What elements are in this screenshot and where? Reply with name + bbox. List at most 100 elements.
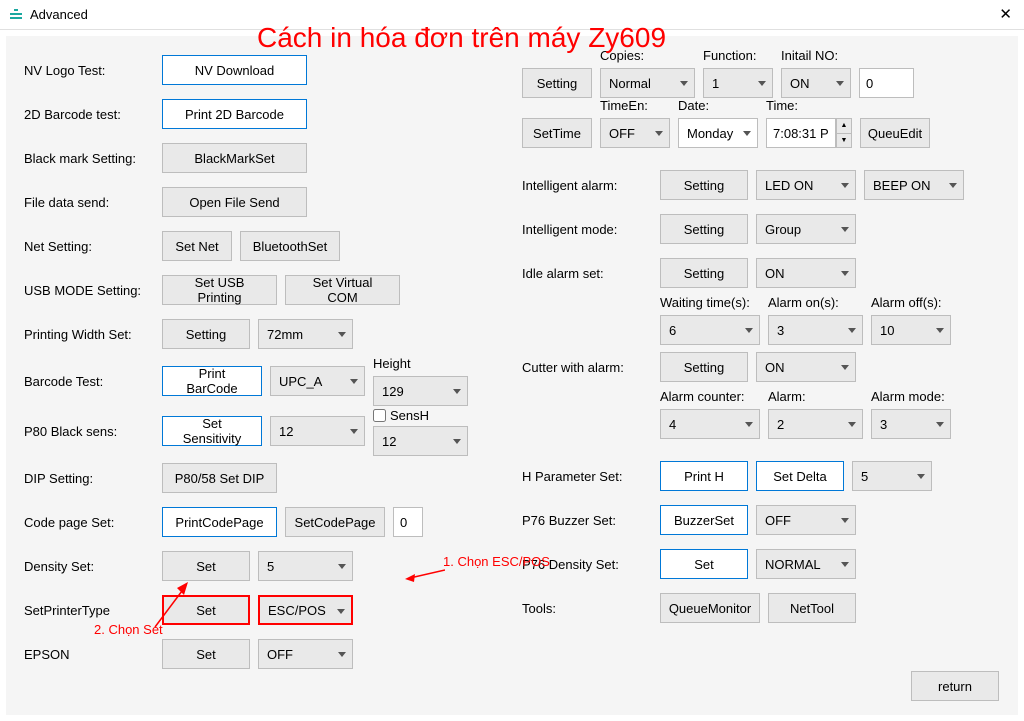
sensh-select[interactable]: 12 (373, 426, 468, 456)
ialarm-beep-select[interactable]: BEEP ON (864, 170, 964, 200)
close-icon[interactable]: ✕ (999, 5, 1012, 23)
function-label: Function: (703, 48, 773, 66)
imode-setting-button[interactable]: Setting (660, 214, 748, 244)
open-file-send-button[interactable]: Open File Send (162, 187, 307, 217)
filedata-label: File data send: (24, 195, 154, 210)
hparam-select[interactable]: 5 (852, 461, 932, 491)
set-net-button[interactable]: Set Net (162, 231, 232, 261)
copies-select[interactable]: Normal (600, 68, 695, 98)
alarm-label: Alarm: (768, 389, 863, 407)
buzzerset-button[interactable]: BuzzerSet (660, 505, 748, 535)
nettool-button[interactable]: NetTool (768, 593, 856, 623)
set-usb-printing-button[interactable]: Set USB Printing (162, 275, 277, 305)
bctest-label: Barcode Test: (24, 374, 154, 389)
imode-label: Intelligent mode: (522, 222, 652, 237)
return-button[interactable]: return (911, 671, 999, 701)
p76d-label: P76 Density Set: (522, 557, 652, 572)
idle-label: Idle alarm set: (522, 266, 652, 281)
alarm-select[interactable]: 2 (768, 409, 863, 439)
queueedit-button[interactable]: QueuEdit (860, 118, 930, 148)
ptype-select[interactable]: ESC/POS (258, 595, 353, 625)
set-sensitivity-button[interactable]: Set Sensitivity (162, 416, 262, 446)
idle-setting-button[interactable]: Setting (660, 258, 748, 288)
alarmmode-label: Alarm mode: (871, 389, 951, 407)
usb-label: USB MODE Setting: (24, 283, 154, 298)
copies-label: Copies: (600, 48, 695, 66)
dip-label: DIP Setting: (24, 471, 154, 486)
date-select[interactable]: Monday (678, 118, 758, 148)
print-2d-barcode-button[interactable]: Print 2D Barcode (162, 99, 307, 129)
height-select[interactable]: 129 (373, 376, 468, 406)
ialarm-setting-button[interactable]: Setting (660, 170, 748, 200)
queuemonitor-button[interactable]: QueueMonitor (660, 593, 760, 623)
p76d-set-button[interactable]: Set (660, 549, 748, 579)
right-panel: Setting Copies: Normal Function: 1 Initail… (512, 36, 1018, 715)
bluetooth-set-button[interactable]: BluetoothSet (240, 231, 340, 261)
blackmark-label: Black mark Setting: (24, 151, 154, 166)
p76b-label: P76 Buzzer Set: (522, 513, 652, 528)
set-virtual-com-button[interactable]: Set Virtual COM (285, 275, 400, 305)
wait-label: Waiting time(s): (660, 295, 760, 313)
nv-download-button[interactable]: NV Download (162, 55, 307, 85)
timeen-select[interactable]: OFF (600, 118, 670, 148)
ialarm-label: Intelligent alarm: (522, 178, 652, 193)
p76b-select[interactable]: OFF (756, 505, 856, 535)
alarmon-label: Alarm on(s): (768, 295, 863, 313)
p80-label: P80 Black sens: (24, 424, 154, 439)
idle-select[interactable]: ON (756, 258, 856, 288)
p76d-select[interactable]: NORMAL (756, 549, 856, 579)
codepage-label: Code page Set: (24, 515, 154, 530)
settime-button[interactable]: SetTime (522, 118, 592, 148)
pwidth-label: Printing Width Set: (24, 327, 154, 342)
cutter-label: Cutter with alarm: (522, 360, 652, 375)
alarmoff-label: Alarm off(s): (871, 295, 951, 313)
left-panel: NV Logo Test: NV Download 2D Barcode test… (6, 36, 512, 715)
time-input[interactable] (766, 118, 836, 148)
time-label: Time: (766, 98, 852, 116)
p80-select[interactable]: 12 (270, 416, 365, 446)
density-set-button[interactable]: Set (162, 551, 250, 581)
set-delta-button[interactable]: Set Delta (756, 461, 844, 491)
ialarm-led-select[interactable]: LED ON (756, 170, 856, 200)
sensh-checkbox[interactable]: SensH (373, 406, 468, 424)
print-h-button[interactable]: Print H (660, 461, 748, 491)
function-select[interactable]: 1 (703, 68, 773, 98)
app-icon (8, 7, 24, 23)
dip-button[interactable]: P80/58 Set DIP (162, 463, 277, 493)
cutter-setting-button[interactable]: Setting (660, 352, 748, 382)
ptype-set-button[interactable]: Set (162, 595, 250, 625)
wait-select[interactable]: 6 (660, 315, 760, 345)
init-label: Initail NO: (781, 48, 851, 66)
time-spinner[interactable]: ▲▼ (836, 118, 852, 148)
set-codepage-button[interactable]: SetCodePage (285, 507, 385, 537)
init-select[interactable]: ON (781, 68, 851, 98)
alarmon-select[interactable]: 3 (768, 315, 863, 345)
epson-set-button[interactable]: Set (162, 639, 250, 669)
epson-select[interactable]: OFF (258, 639, 353, 669)
date-label: Date: (678, 98, 758, 116)
print-barcode-button[interactable]: Print BarCode (162, 366, 262, 396)
initial-no-input[interactable] (859, 68, 914, 98)
epson-label: EPSON (24, 647, 154, 662)
title-bar: Advanced ✕ (0, 0, 1024, 30)
density-select[interactable]: 5 (258, 551, 353, 581)
bctest-select[interactable]: UPC_A (270, 366, 365, 396)
net-label: Net Setting: (24, 239, 154, 254)
pwidth-setting-button[interactable]: Setting (162, 319, 250, 349)
height-label: Height (373, 356, 468, 374)
ptype-label: SetPrinterType (24, 603, 154, 618)
print-codepage-button[interactable]: PrintCodePage (162, 507, 277, 537)
alarmcnt-select[interactable]: 4 (660, 409, 760, 439)
codepage-input[interactable] (393, 507, 423, 537)
tools-label: Tools: (522, 601, 652, 616)
pwidth-select[interactable]: 72mm (258, 319, 353, 349)
alarmmode-select[interactable]: 3 (871, 409, 951, 439)
imode-select[interactable]: Group (756, 214, 856, 244)
cutter-select[interactable]: ON (756, 352, 856, 382)
setting-button[interactable]: Setting (522, 68, 592, 98)
nv-logo-label: NV Logo Test: (24, 63, 154, 78)
alarmoff-select[interactable]: 10 (871, 315, 951, 345)
blackmarkset-button[interactable]: BlackMarkSet (162, 143, 307, 173)
density-label: Density Set: (24, 559, 154, 574)
barcode2d-label: 2D Barcode test: (24, 107, 154, 122)
